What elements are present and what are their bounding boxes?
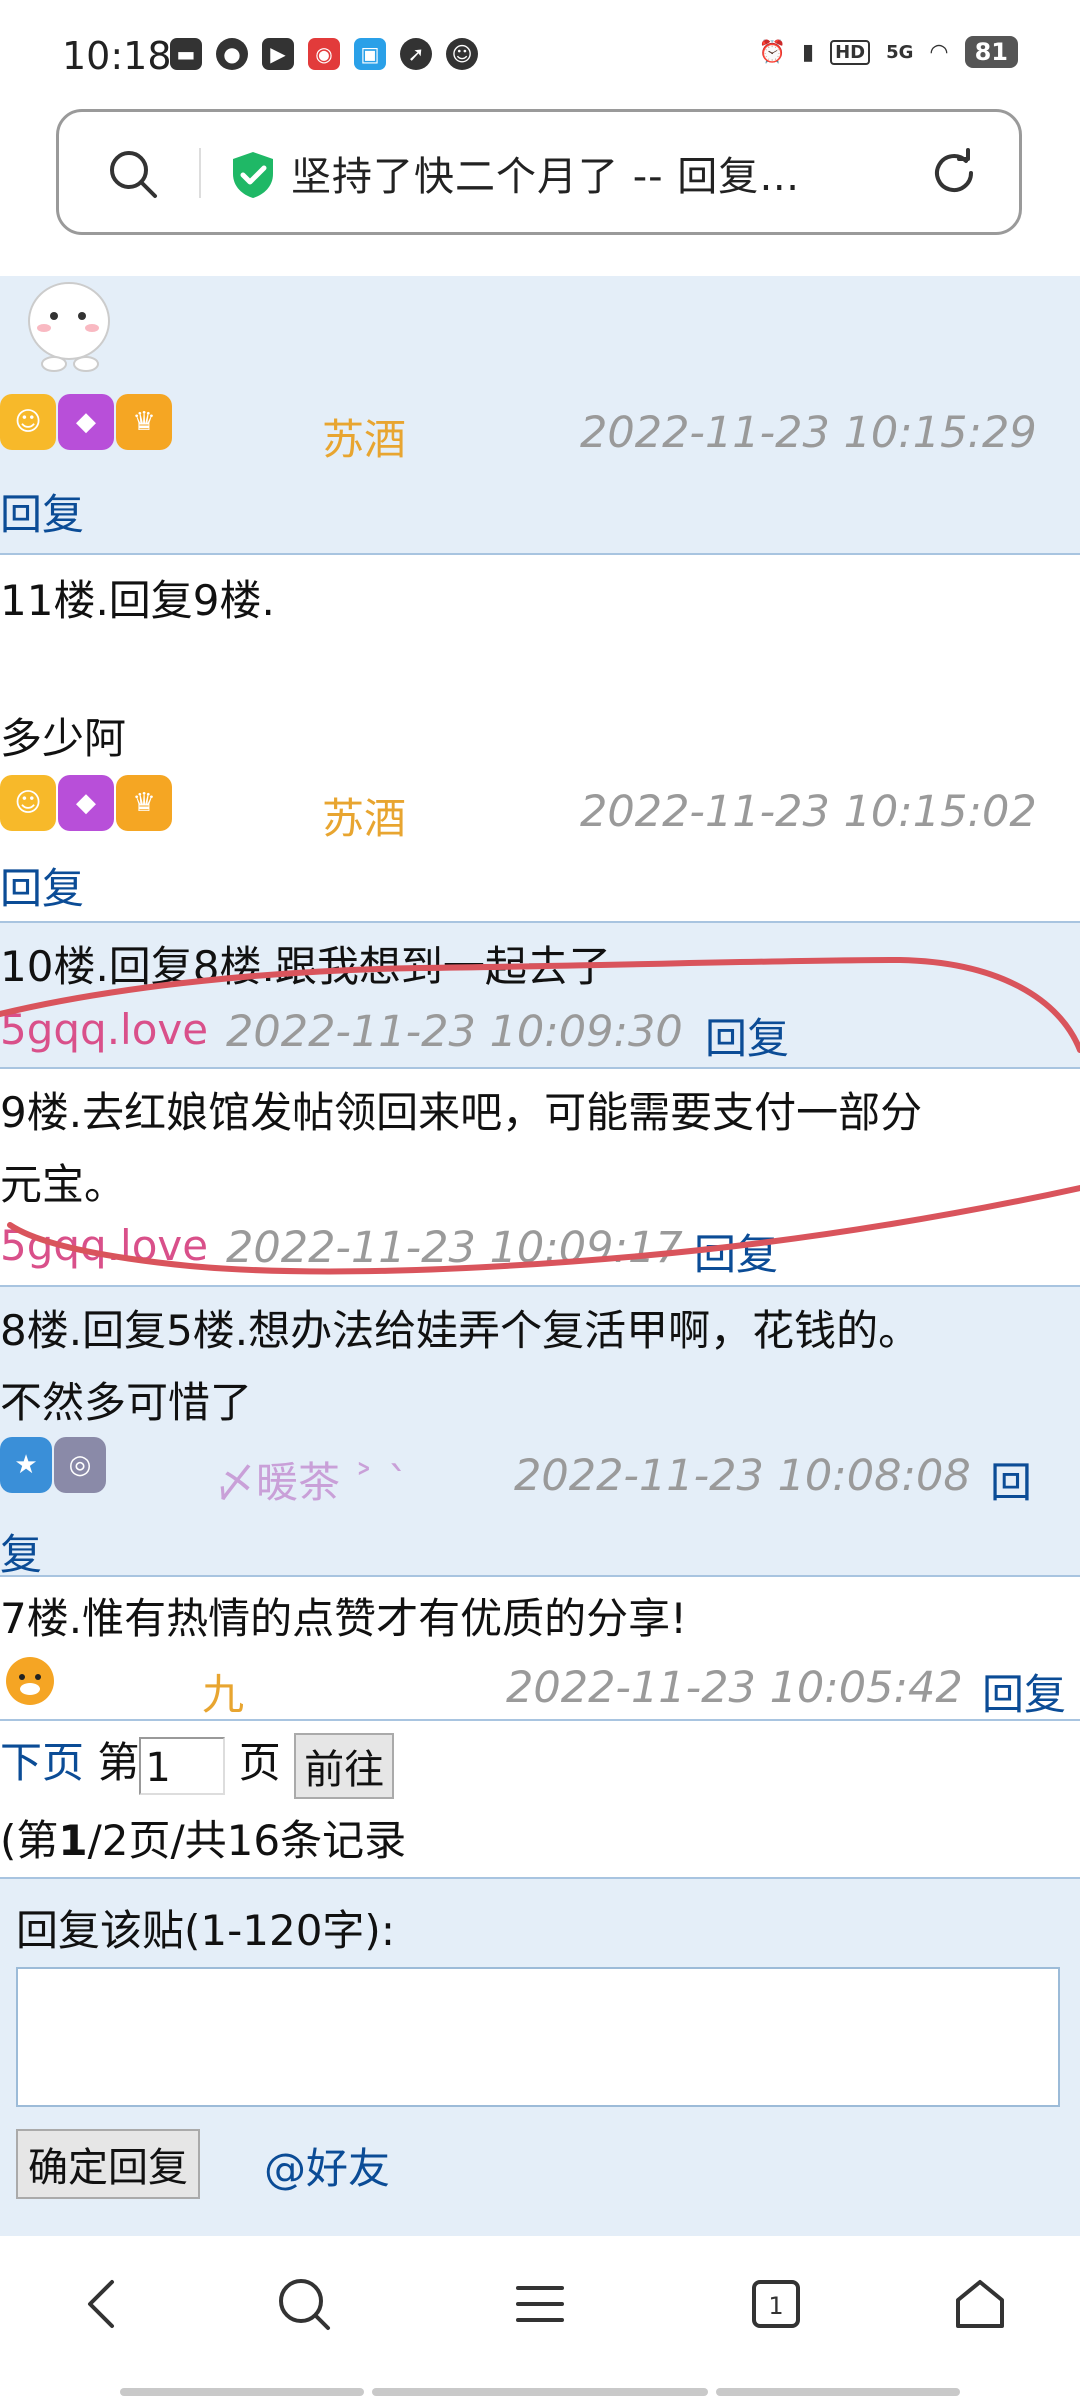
avatar-badge-icon: ☺ (0, 394, 56, 450)
vibrate-icon: ▮ (801, 39, 815, 65)
gem-badge-icon: ◆ (58, 394, 114, 450)
gesture-bar-center[interactable] (372, 2388, 708, 2396)
bottom-nav: 1 (0, 2236, 1080, 2400)
status-bar: 10:18 ▬ ● ▶ ◉ ▣ ➚ ☺ ⏰ ▮ HD 5G ◠ 81 (0, 0, 1080, 105)
tv-icon: ▣ (354, 38, 386, 70)
back-icon[interactable] (82, 2276, 122, 2332)
reply-link[interactable]: 回复 (0, 855, 84, 916)
bot-icon: ☺ (446, 38, 478, 70)
post-time: 2022-11-23 10:15:29 (580, 408, 1037, 458)
level-badge-icon: ◎ (54, 1437, 106, 1493)
page-number-input[interactable]: 1 (139, 1736, 226, 1795)
tiger-avatar-icon (6, 1657, 54, 1705)
post-text-2: 不然多可惜了 (0, 1378, 253, 1427)
post-7: 7楼.惟有热情的点赞才有优质的分享! 九 2022-11-23 10:05:42… (0, 1575, 1080, 1719)
music-icon: ◉ (308, 38, 340, 70)
user-badges: ☺ ◆ ♛ (0, 775, 172, 831)
gesture-bar-right (716, 2388, 960, 2396)
notification-icons: ▬ ● ▶ ◉ ▣ ➚ ☺ (170, 38, 478, 70)
post-8: 8楼.回复5楼.想办法给娃弄个复活甲啊，花钱的。 不然多可惜了 ★ ◎ 〆暖茶 … (0, 1285, 1080, 1579)
post-12: ☺ ◆ ♛ 苏酒 2022-11-23 10:15:29 回复 (0, 276, 1080, 553)
pager-row: 下页 第1 页 前往 (0, 1729, 395, 1799)
home-icon[interactable] (952, 2276, 1008, 2332)
wifi-icon: ◠ (929, 39, 949, 65)
post-text: 9楼.去红娘馆发帖领回来吧，可能需要支付一部分 (0, 1088, 923, 1137)
pager: 下页 第1 页 前往 (第1/2页/共16条记录 (0, 1719, 1080, 1877)
post-time: 2022-11-23 10:05:42 (506, 1663, 963, 1713)
reload-icon[interactable] (927, 146, 981, 200)
gesture-bar-left (120, 2388, 364, 2396)
reply-link[interactable]: 回复 (982, 1661, 1066, 1722)
author-name[interactable]: 苏酒 (322, 406, 406, 467)
system-icons: ⏰ ▮ HD 5G ◠ 81 (759, 36, 1018, 68)
bunny-sticker-icon (28, 282, 110, 372)
search-icon[interactable] (107, 148, 159, 200)
user-badges: ☺ ◆ ♛ (0, 394, 172, 450)
play-icon: ▶ (262, 38, 294, 70)
menu-icon[interactable] (512, 2276, 568, 2332)
author-name[interactable]: 苏酒 (322, 785, 406, 846)
post-time: 2022-11-23 10:09:30 (226, 1007, 683, 1057)
message-icon: ● (216, 38, 248, 70)
page-title[interactable]: 坚持了快二个月了 -- 回复… (291, 144, 800, 202)
post-text: 8楼.回复5楼.想办法给娃弄个复活甲啊，花钱的。 (0, 1306, 921, 1355)
tabs-icon[interactable]: 1 (748, 2276, 804, 2332)
post-9: 9楼.去红娘馆发帖领回来吧，可能需要支付一部分 元宝。 5gqq.love 20… (0, 1067, 1080, 1285)
post-time: 2022-11-23 10:08:08 (514, 1451, 971, 1501)
reply-link-part1[interactable]: 回 (990, 1449, 1032, 1510)
battery-icon: 81 (964, 36, 1018, 68)
author-name[interactable]: 九 (202, 1661, 244, 1722)
post-text-2: 多少阿 (0, 714, 127, 763)
post-text: 7楼.惟有热情的点赞才有优质的分享! (0, 1594, 687, 1643)
svg-text:1: 1 (768, 2292, 783, 2320)
page-suffix: 页 (238, 1738, 281, 1787)
compass-icon: ➚ (400, 38, 432, 70)
crown-badge-icon: ♛ (116, 394, 172, 450)
post-text: 10楼.回复8楼.跟我想到一起去了 (0, 942, 611, 991)
reply-link[interactable]: 回复 (0, 481, 84, 542)
reply-link[interactable]: 回复 (694, 1221, 778, 1282)
network-icon: 5G (886, 41, 914, 63)
user-badges: ★ ◎ (0, 1437, 106, 1493)
page-summary: (第1/2页/共16条记录 (0, 1816, 407, 1865)
author-name[interactable]: 〆暖茶 ˃ ˋ (214, 1449, 409, 1510)
gem-badge-icon: ◆ (58, 775, 114, 831)
post-text-2: 元宝。 (0, 1160, 127, 1209)
reply-label: 回复该贴(1-120字): (16, 1906, 395, 1955)
hd-icon: HD (830, 39, 871, 65)
alarm-icon: ⏰ (758, 39, 786, 65)
secure-shield-icon (233, 152, 273, 198)
go-button[interactable]: 前往 (294, 1732, 395, 1799)
author-name[interactable]: 5gqq.love (0, 1221, 208, 1270)
crown-badge-icon: ♛ (116, 775, 172, 831)
author-name[interactable]: 5gqq.love (0, 1005, 208, 1054)
reply-link[interactable]: 回复 (705, 1005, 789, 1066)
divider (199, 148, 201, 198)
mention-friend-link[interactable]: @好友 (264, 2135, 390, 2196)
reply-form: 回复该贴(1-120字): 确定回复 @好友 (0, 1877, 1080, 2236)
address-bar[interactable]: 坚持了快二个月了 -- 回复… (56, 109, 1022, 235)
post-11: 11楼.回复9楼. 多少阿 ☺ ◆ ♛ 苏酒 2022-11-23 10:15:… (0, 553, 1080, 921)
status-time: 10:18 (62, 34, 172, 78)
avatar-badge-icon: ☺ (0, 775, 56, 831)
post-text: 11楼.回复9楼. (0, 576, 275, 625)
post-time: 2022-11-23 10:09:17 (226, 1223, 683, 1273)
post-10: 10楼.回复8楼.跟我想到一起去了 5gqq.love 2022-11-23 1… (0, 921, 1080, 1067)
app-notification-icon: ▬ (170, 38, 202, 70)
post-time: 2022-11-23 10:15:02 (580, 787, 1037, 837)
reply-textarea[interactable] (16, 1967, 1060, 2107)
blue-badge-icon: ★ (0, 1437, 52, 1493)
page-prefix: 第 (97, 1738, 140, 1787)
search-icon[interactable] (276, 2276, 332, 2332)
next-page-link[interactable]: 下页 (0, 1738, 84, 1787)
reply-link-part2[interactable]: 复 (0, 1521, 42, 1582)
submit-reply-button[interactable]: 确定回复 (16, 2129, 200, 2199)
